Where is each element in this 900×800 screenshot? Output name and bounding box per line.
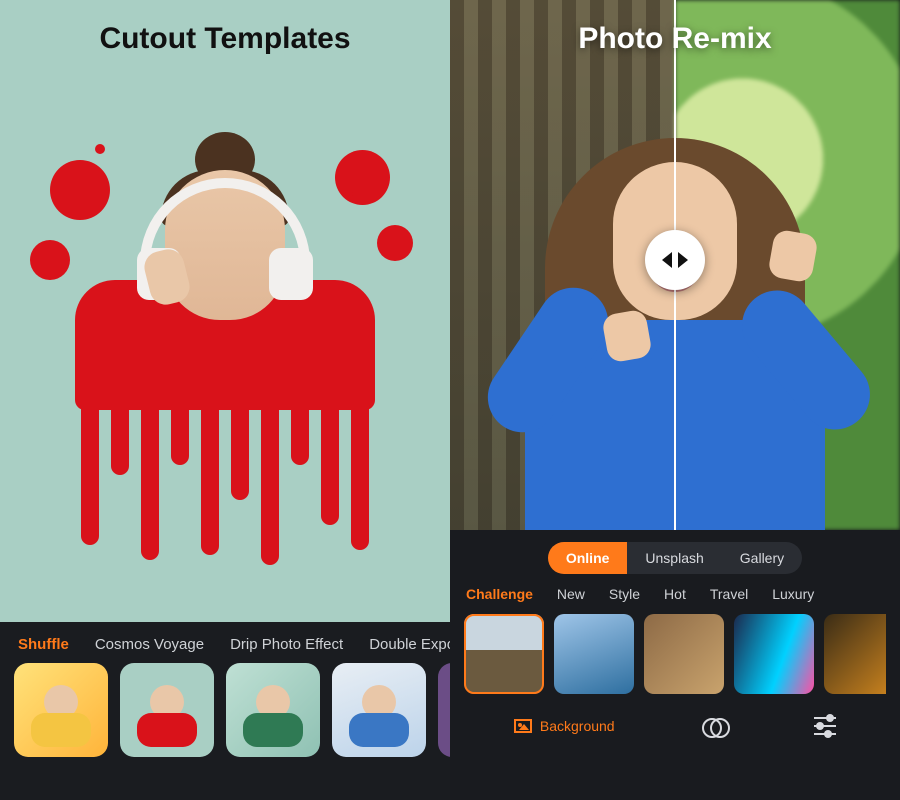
cutout-templates-panel: Cutout Templates Shuffle Cosmos Voyage D…	[0, 0, 450, 800]
source-unsplash[interactable]: Unsplash	[627, 542, 721, 574]
chevron-right-icon	[678, 252, 688, 268]
background-thumb[interactable]	[464, 614, 544, 694]
remix-title: Photo Re-mix	[450, 22, 900, 56]
cat-new[interactable]: New	[557, 586, 585, 602]
cat-travel[interactable]: Travel	[710, 586, 748, 602]
template-thumb[interactable]	[226, 663, 320, 757]
compare-slider-handle[interactable]	[645, 230, 705, 290]
tab-cosmos-voyage[interactable]: Cosmos Voyage	[95, 636, 204, 653]
chevron-left-icon	[662, 252, 672, 268]
background-thumb[interactable]	[824, 614, 886, 694]
remix-toolbar: Background	[464, 706, 886, 750]
cat-challenge[interactable]: Challenge	[466, 586, 533, 602]
template-thumb[interactable]	[438, 663, 450, 757]
blend-icon[interactable]	[702, 714, 726, 738]
source-segmented-control: Online Unsplash Gallery	[548, 542, 802, 574]
tool-background-label: Background	[540, 718, 615, 734]
cat-style[interactable]: Style	[609, 586, 640, 602]
before-after-compare: Photo Re-mix	[450, 0, 900, 530]
template-thumb[interactable]	[14, 663, 108, 757]
source-gallery[interactable]: Gallery	[722, 542, 802, 574]
cutout-thumbnail-row[interactable]	[14, 663, 450, 757]
cutout-category-tabs: Shuffle Cosmos Voyage Drip Photo Effect …	[14, 636, 450, 653]
cat-hot[interactable]: Hot	[664, 586, 686, 602]
template-thumb[interactable]	[332, 663, 426, 757]
image-icon	[514, 719, 532, 733]
cat-luxury[interactable]: Luxury	[772, 586, 814, 602]
remix-controls: Online Unsplash Gallery Challenge New St…	[450, 530, 900, 800]
tab-double-exposure[interactable]: Double Expos	[369, 636, 450, 653]
template-thumb[interactable]	[120, 663, 214, 757]
background-thumbnail-row[interactable]	[464, 614, 886, 694]
photo-remix-panel: Photo Re-mix Online Unsplash Gallery Cha…	[450, 0, 900, 800]
tool-background[interactable]: Background	[514, 718, 615, 734]
cutout-preview-image	[55, 130, 395, 550]
tab-drip-photo-effect[interactable]: Drip Photo Effect	[230, 636, 343, 653]
background-thumb[interactable]	[644, 614, 724, 694]
background-thumb[interactable]	[554, 614, 634, 694]
tab-shuffle[interactable]: Shuffle	[18, 636, 69, 653]
cutout-template-strip: Shuffle Cosmos Voyage Drip Photo Effect …	[0, 622, 450, 800]
source-online[interactable]: Online	[548, 542, 628, 574]
background-thumb[interactable]	[734, 614, 814, 694]
cutout-title: Cutout Templates	[0, 22, 450, 56]
background-category-tabs: Challenge New Style Hot Travel Luxury	[464, 586, 886, 602]
adjust-sliders-icon[interactable]	[814, 717, 836, 735]
